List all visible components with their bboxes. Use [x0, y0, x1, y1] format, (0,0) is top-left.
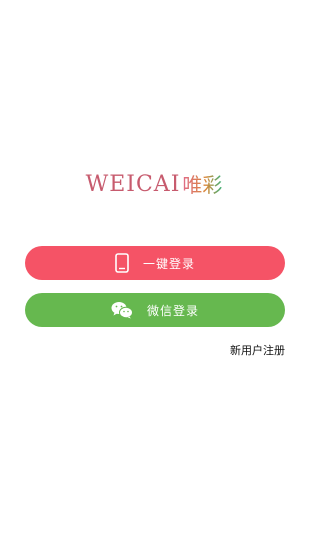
one-click-login-label: 一键登录 — [142, 256, 195, 271]
app-logo: WEICAI 唯彩 — [0, 172, 308, 198]
new-user-register-link[interactable]: 新用户注册 — [230, 342, 285, 358]
logo-cjk-text: 唯彩 — [182, 173, 223, 197]
wechat-login-button[interactable]: 微信登录 — [25, 293, 285, 327]
phone-icon — [115, 253, 129, 273]
logo-latin-text: WEICAI — [85, 172, 181, 197]
wechat-login-label: 微信登录 — [146, 303, 199, 318]
wechat-icon — [111, 301, 133, 319]
one-click-login-button[interactable]: 一键登录 — [25, 246, 285, 280]
